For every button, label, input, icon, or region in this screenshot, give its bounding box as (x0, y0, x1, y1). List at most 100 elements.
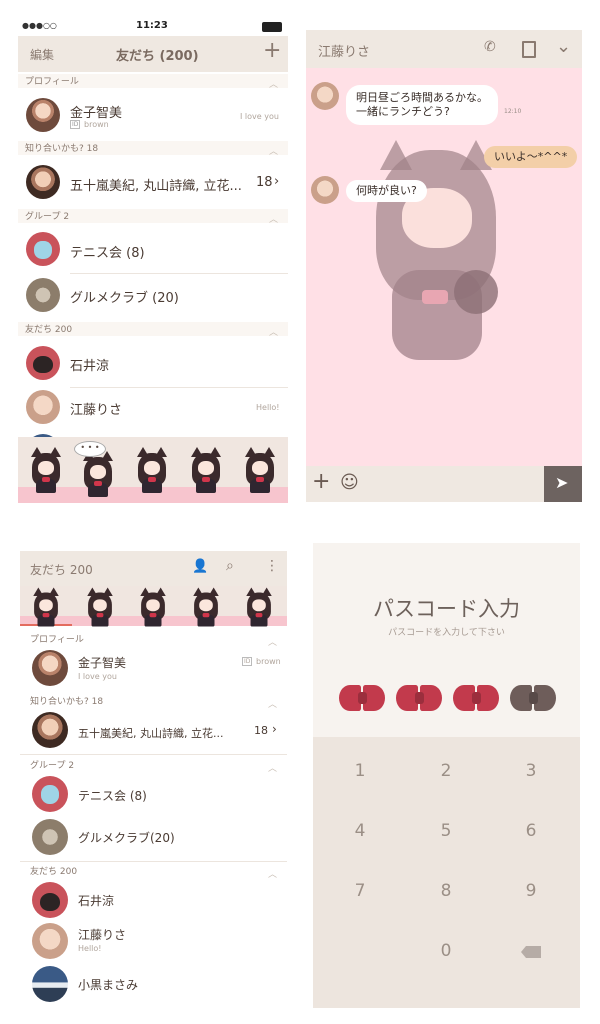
collapse-icon: ︿ (268, 215, 278, 225)
key-8[interactable]: 8 (416, 881, 476, 901)
collapse-icon: ︿ (268, 147, 278, 157)
message-input[interactable] (366, 472, 536, 496)
chevron-down-icon[interactable]: ⌄ (556, 36, 571, 57)
avatar[interactable] (311, 82, 339, 110)
phone-icon[interactable]: ✆ (484, 39, 496, 55)
avatar[interactable] (32, 966, 68, 1002)
friend-name[interactable]: 江藤りさ (78, 926, 126, 943)
section-header-suggest[interactable]: 知り合いかも? 18 ︿ (20, 694, 287, 710)
key-0[interactable]: 0 (416, 941, 476, 961)
avatar[interactable] (32, 882, 68, 918)
app-bar: 友だち 200 👤 ⌕ ⋮ (20, 551, 287, 586)
key-1[interactable]: 1 (330, 761, 390, 781)
section-header-groups[interactable]: グループ 2 ︿ (20, 758, 287, 774)
chevron-right-icon: › (274, 174, 280, 189)
sticker[interactable] (132, 447, 172, 493)
sticker[interactable] (83, 587, 117, 627)
edit-button[interactable]: 編集 (30, 46, 54, 63)
message-text: いいよ〜*^^* (494, 150, 568, 163)
friends-list-android-panel: 友だち 200 👤 ⌕ ⋮ プロフィール ︿ 金子智美 I love you ID… (20, 551, 287, 1008)
friends-list: プロフィール ︿ 金子智美 ID brown I love you 知り合いかも?… (18, 72, 288, 468)
chevron-right-icon: › (272, 722, 277, 736)
passcode-subtitle: パスコードを入力して下さい (388, 628, 505, 638)
nav-bar: 編集 友だち (200) + (18, 36, 288, 72)
key-2[interactable]: 2 (416, 761, 476, 781)
passcode-indicator (510, 685, 556, 715)
sticker[interactable] (29, 587, 63, 627)
avatar[interactable] (26, 232, 60, 266)
group-name[interactable]: テニス会 (8) (78, 787, 147, 804)
key-7[interactable]: 7 (330, 881, 390, 901)
message-bubble-received: 明日昼ごろ時間あるかな。 一緒にランチどう? (346, 85, 498, 125)
add-friend-icon[interactable]: 👤 (192, 559, 208, 574)
group-name[interactable]: グルメクラブ(20) (78, 829, 175, 846)
sticker[interactable] (189, 587, 223, 627)
id-badge: ID (242, 657, 253, 666)
avatar[interactable] (32, 712, 68, 748)
divider (20, 861, 287, 862)
notes-icon[interactable] (522, 41, 536, 58)
section-header-profile[interactable]: プロフィール ︿ (18, 74, 288, 90)
avatar[interactable] (32, 650, 68, 686)
sticker[interactable] (26, 447, 66, 493)
suggest-names[interactable]: 五十嵐美紀, 丸山詩織, 立花... (70, 175, 242, 194)
page-title: 友だち 200 (30, 563, 93, 577)
profile-id: brown (256, 657, 281, 666)
section-header-suggest[interactable]: 知り合いかも? 18 ︿ (18, 141, 288, 157)
avatar[interactable] (26, 390, 60, 424)
sticker[interactable] (78, 451, 118, 497)
chat-panel: 江藤りさ ✆ ⌄ 明日昼ごろ時間あるかな。 一緒にランチどう? 12:10 いい… (306, 30, 582, 502)
friend-name[interactable]: 小黒まさみ (78, 976, 138, 993)
key-5[interactable]: 5 (416, 821, 476, 841)
message-line: 明日昼ごろ時間あるかな。 (356, 91, 488, 104)
sticker[interactable] (136, 587, 170, 627)
search-icon[interactable]: ⌕ (226, 558, 234, 574)
suggest-names[interactable]: 五十嵐美紀, 丸山詩織, 立花... (78, 725, 223, 741)
avatar[interactable] (26, 346, 60, 380)
backspace-icon[interactable] (521, 946, 541, 958)
passcode-indicator (453, 685, 499, 715)
key-4[interactable]: 4 (330, 821, 390, 841)
collapse-icon: ︿ (267, 638, 277, 648)
battery-icon (262, 22, 282, 32)
divider (70, 387, 288, 388)
avatar[interactable] (32, 776, 68, 812)
passcode-indicator (396, 685, 442, 715)
group-name[interactable]: グルメクラブ (20) (70, 287, 179, 306)
avatar[interactable] (32, 819, 68, 855)
friend-name[interactable]: 石井涼 (78, 892, 114, 909)
more-menu-icon[interactable]: ⋮ (265, 558, 279, 574)
add-friend-button[interactable]: + (263, 38, 281, 63)
sticker-bar: • • • (18, 437, 288, 503)
avatar[interactable] (26, 278, 60, 312)
chat-input-bar: + ☺ ➤ (306, 466, 582, 502)
key-6[interactable]: 6 (501, 821, 561, 841)
status-bar: ●●●○○ 11:23 (18, 18, 288, 36)
key-9[interactable]: 9 (501, 881, 561, 901)
section-header-friends[interactable]: 友だち 200 ︿ (18, 322, 288, 338)
key-3[interactable]: 3 (501, 761, 561, 781)
section-header-groups[interactable]: グループ 2 ︿ (18, 209, 288, 225)
friend-name[interactable]: 石井涼 (70, 355, 109, 374)
avatar[interactable] (311, 176, 339, 204)
divider (20, 754, 287, 755)
send-button[interactable]: ➤ (544, 466, 582, 502)
friend-status: Hello! (256, 403, 280, 412)
send-icon: ➤ (555, 473, 569, 492)
friend-name[interactable]: 江藤りさ (70, 399, 122, 418)
emoji-icon[interactable]: ☺ (340, 472, 359, 493)
plus-icon[interactable]: + (312, 469, 330, 494)
section-header-friends[interactable]: 友だち 200 ︿ (20, 864, 287, 880)
suggest-count: 18 (256, 175, 273, 190)
friends-list: プロフィール ︿ 金子智美 I love you ID brown 知り合いかも?… (20, 626, 287, 1008)
group-name[interactable]: テニス会 (8) (70, 242, 145, 261)
avatar[interactable] (32, 923, 68, 959)
sticker[interactable] (186, 447, 226, 493)
divider (70, 273, 288, 274)
friend-status: Hello! (78, 944, 102, 953)
sticker[interactable] (240, 447, 280, 493)
avatar[interactable] (26, 165, 60, 199)
avatar[interactable] (26, 98, 60, 132)
sticker[interactable] (242, 587, 276, 627)
section-header-profile[interactable]: プロフィール ︿ (20, 632, 287, 648)
